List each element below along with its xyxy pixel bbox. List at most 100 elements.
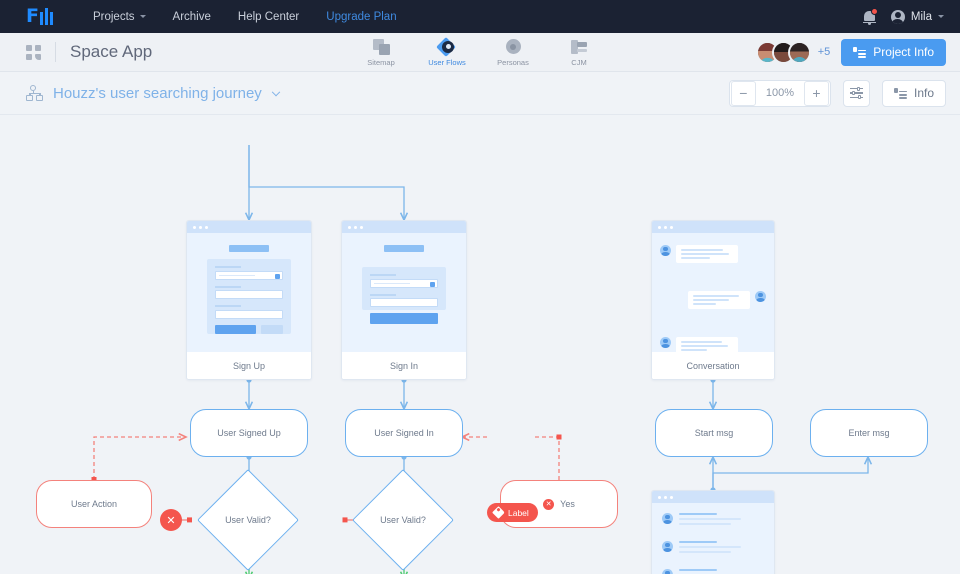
wireframe-primary-button bbox=[370, 313, 438, 324]
chevron-down-icon bbox=[139, 15, 146, 18]
label-pill[interactable]: Label bbox=[487, 503, 538, 522]
app-logo[interactable]: F bbox=[26, 5, 53, 27]
screen-card-sign-in[interactable]: Sign In bbox=[341, 220, 467, 380]
tab-label: User Flows bbox=[428, 57, 466, 67]
chat-message-incoming bbox=[660, 245, 738, 264]
wireframe-select bbox=[370, 278, 438, 288]
settings-button[interactable] bbox=[842, 79, 870, 107]
card-wireframe bbox=[652, 503, 774, 574]
card-wireframe bbox=[652, 233, 774, 356]
node-label: Yes bbox=[560, 499, 575, 509]
node-enter-msg[interactable]: Enter msg bbox=[810, 409, 928, 457]
nav-label: Projects bbox=[92, 10, 135, 23]
decision-user-valid-right[interactable]: User Valid? bbox=[352, 469, 454, 571]
node-start-msg[interactable]: Start msg bbox=[655, 409, 773, 457]
nav-item-projects[interactable]: Projects bbox=[93, 11, 146, 23]
wireframe-input bbox=[370, 298, 438, 307]
page-title: Space App bbox=[70, 42, 153, 61]
wireframe-select bbox=[215, 270, 283, 280]
zoom-out-button[interactable]: − bbox=[730, 80, 756, 106]
wireframe-heading bbox=[384, 245, 424, 252]
user-name: Mila bbox=[910, 10, 932, 23]
zoom-in-button[interactable]: + bbox=[803, 80, 829, 106]
toolbar-right-group: − 100% + Info bbox=[728, 79, 946, 107]
card-caption: Sign In bbox=[342, 352, 466, 379]
logo-bar bbox=[39, 12, 43, 25]
wireframe-form bbox=[362, 267, 446, 324]
zoom-control: − 100% + bbox=[728, 79, 831, 107]
wireframe-primary-button bbox=[215, 324, 256, 334]
avatar-overflow-count: +5 bbox=[817, 46, 831, 58]
list-item bbox=[662, 541, 741, 555]
card-titlebar bbox=[652, 491, 774, 503]
nav-item-help-center[interactable]: Help Center bbox=[238, 11, 299, 23]
grid-icon[interactable] bbox=[26, 44, 41, 60]
user-menu[interactable]: Mila bbox=[890, 9, 944, 24]
tab-label: CJM bbox=[571, 57, 587, 67]
grid-cell bbox=[26, 44, 32, 51]
contact-avatar bbox=[662, 569, 673, 574]
project-info-button[interactable]: Project Info bbox=[841, 38, 946, 66]
card-caption: Sign Up bbox=[187, 352, 311, 379]
node-label: User Action bbox=[70, 499, 118, 509]
tab-label: Personas bbox=[497, 57, 529, 67]
node-user-signed-up[interactable]: User Signed Up bbox=[190, 409, 308, 457]
flow-canvas[interactable]: Sign Up Sign In Conversation User Signed… bbox=[0, 115, 960, 574]
screen-card-sign-up[interactable]: Sign Up bbox=[186, 220, 312, 380]
chevron-down-icon bbox=[271, 87, 281, 96]
decision-user-valid-left[interactable]: User Valid? bbox=[197, 469, 299, 571]
project-header: Space App Sitemap User Flows Personas CJ… bbox=[0, 33, 960, 72]
flow-toolbar: Houzz's user searching journey − 100% + … bbox=[0, 72, 960, 115]
flow-tree-icon bbox=[26, 84, 44, 102]
tab-sitemap[interactable]: Sitemap bbox=[359, 38, 403, 67]
screen-card-contacts[interactable] bbox=[651, 490, 775, 574]
nav-label: Help Center bbox=[237, 10, 300, 23]
tab-label: Sitemap bbox=[367, 57, 395, 67]
button-label: Info bbox=[913, 86, 934, 100]
nav-label: Archive bbox=[172, 10, 211, 23]
logo-bar bbox=[49, 12, 53, 25]
doc-list-icon bbox=[853, 46, 867, 58]
header-right-group: +5 Project Info bbox=[755, 38, 946, 66]
logo-bar bbox=[44, 8, 48, 25]
node-label: Enter msg bbox=[848, 428, 890, 438]
chat-avatar bbox=[660, 337, 671, 348]
personas-icon bbox=[505, 38, 521, 56]
top-navigation-bar: F Projects Archive Help Center Upgrade P… bbox=[0, 0, 960, 33]
chevron-down-icon bbox=[938, 15, 944, 18]
card-caption: Conversation bbox=[652, 352, 774, 379]
chat-bubble bbox=[676, 337, 738, 356]
tab-user-flows[interactable]: User Flows bbox=[425, 36, 469, 67]
nav-item-archive[interactable]: Archive bbox=[173, 11, 211, 23]
nav-item-upgrade-plan[interactable]: Upgrade Plan bbox=[326, 11, 396, 23]
view-mode-tabs: Sitemap User Flows Personas CJM bbox=[359, 36, 601, 67]
zoom-level-label: 100% bbox=[765, 87, 794, 99]
chat-bubble bbox=[688, 291, 750, 310]
logo-letter: F bbox=[26, 5, 39, 27]
cross-badge[interactable]: ✕ bbox=[160, 509, 182, 531]
nav-right-group: Mila bbox=[862, 7, 944, 25]
contact-avatar bbox=[662, 541, 673, 552]
bell-icon[interactable] bbox=[862, 7, 878, 25]
contact-avatar bbox=[662, 513, 673, 524]
node-user-action-left[interactable]: User Action bbox=[36, 480, 152, 528]
card-wireframe bbox=[342, 233, 466, 352]
wireframe-secondary-button bbox=[260, 324, 283, 334]
chat-avatar bbox=[660, 245, 671, 256]
node-label: Start msg bbox=[694, 428, 734, 438]
tab-personas[interactable]: Personas bbox=[491, 38, 535, 67]
grid-cell bbox=[35, 44, 41, 51]
wireframe-form bbox=[207, 259, 291, 334]
divider bbox=[55, 42, 56, 62]
tab-cjm[interactable]: CJM bbox=[557, 38, 601, 67]
node-label: User Signed Up bbox=[217, 428, 281, 438]
screen-card-conversation[interactable]: Conversation bbox=[651, 220, 775, 380]
tag-icon bbox=[492, 506, 505, 519]
journey-title[interactable]: Houzz's user searching journey bbox=[53, 85, 281, 102]
wireframe-input bbox=[215, 309, 283, 319]
cjm-icon bbox=[571, 38, 587, 56]
decision-label: User Valid? bbox=[225, 515, 271, 525]
collaborator-avatars[interactable]: +5 bbox=[755, 40, 831, 64]
node-user-signed-in[interactable]: User Signed In bbox=[345, 409, 463, 457]
info-button[interactable]: Info bbox=[881, 79, 946, 107]
